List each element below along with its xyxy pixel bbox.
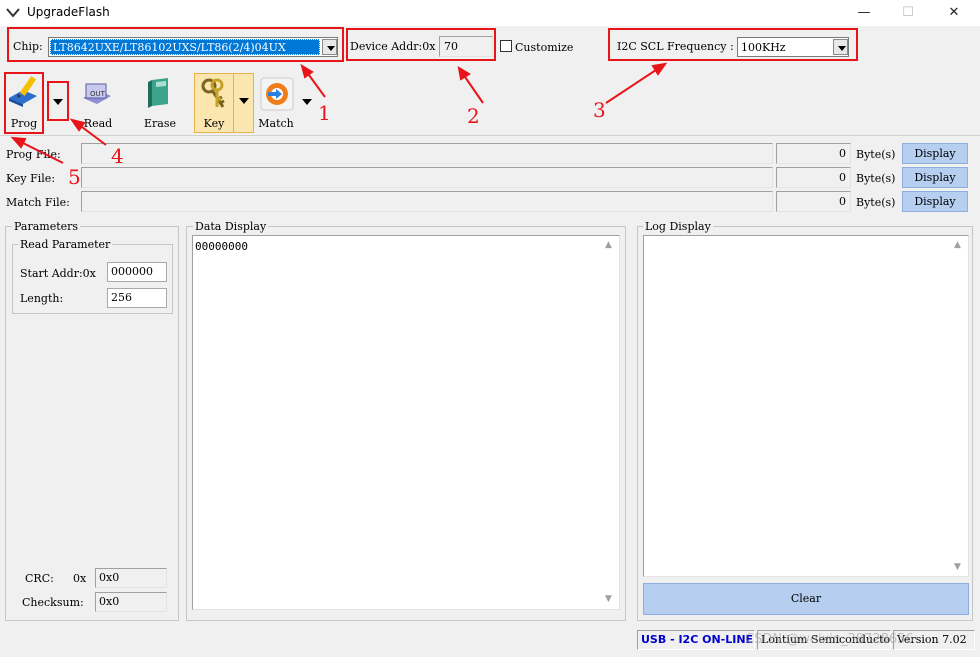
- annotation-4: 4: [111, 144, 124, 168]
- annotation-arrows: [10, 62, 668, 164]
- app-window: UpgradeFlash — ☐ ✕ Chip: LT8642UXE/LT861…: [0, 0, 980, 657]
- annotation-1: 1: [318, 101, 331, 125]
- annotation-5: 5: [68, 165, 81, 189]
- annotation-2: 2: [467, 104, 480, 128]
- annotation-3: 3: [593, 98, 606, 122]
